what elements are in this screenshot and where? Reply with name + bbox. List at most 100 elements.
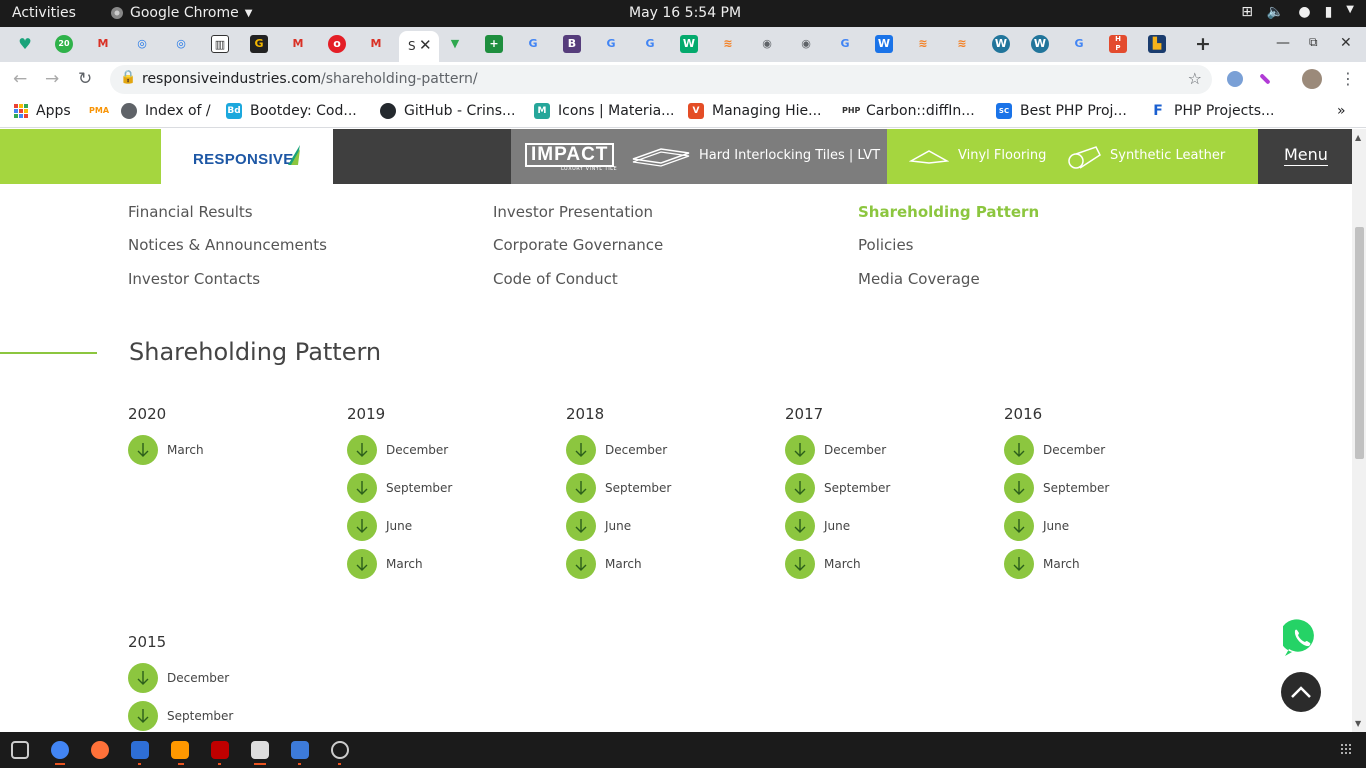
gmail-icon[interactable]: M: [367, 35, 385, 53]
g-icon[interactable]: G: [250, 35, 268, 53]
chart-icon[interactable]: ▙: [1148, 35, 1166, 53]
stackoverflow-icon[interactable]: ≋: [953, 35, 971, 53]
text-editor-icon[interactable]: [291, 741, 309, 759]
globe-icon[interactable]: ◉: [758, 35, 776, 53]
sheets-icon[interactable]: +: [485, 35, 503, 53]
tab-active[interactable]: S ✕: [399, 31, 439, 62]
bookmark-index[interactable]: Index of /: [121, 103, 211, 119]
download-link[interactable]: March: [128, 435, 204, 465]
google-icon[interactable]: G: [524, 35, 542, 53]
show-applications-icon[interactable]: [1340, 743, 1352, 755]
download-link[interactable]: June: [1004, 511, 1069, 541]
download-link[interactable]: September: [128, 701, 233, 731]
leaf-icon[interactable]: ▼: [446, 35, 464, 53]
scroll-down-arrow-icon[interactable]: ▼: [1355, 719, 1361, 728]
download-link[interactable]: June: [785, 511, 850, 541]
download-link[interactable]: March: [1004, 549, 1080, 579]
link-investor-contacts[interactable]: Investor Contacts: [128, 270, 260, 288]
link-policies[interactable]: Policies: [858, 236, 913, 254]
download-link[interactable]: September: [566, 473, 671, 503]
download-link[interactable]: December: [1004, 435, 1105, 465]
download-link[interactable]: September: [785, 473, 890, 503]
nav-synthetic-leather[interactable]: Synthetic Leather: [1110, 148, 1225, 163]
html-pdf-icon[interactable]: HP: [1109, 35, 1127, 53]
nav-impact[interactable]: IMPACT LUXURY VINYL TILE Hard Interlocki…: [511, 129, 887, 184]
opera-icon[interactable]: o: [328, 35, 346, 53]
wordpress-icon[interactable]: W: [992, 35, 1010, 53]
bookmark-pma[interactable]: PMA: [89, 103, 109, 119]
google-icon[interactable]: G: [641, 35, 659, 53]
w3schools-icon[interactable]: W: [680, 35, 698, 53]
logo-link[interactable]: RESPONSIVE: [161, 129, 333, 184]
minimize-icon[interactable]: —: [1276, 35, 1290, 51]
bootstrap-icon[interactable]: B: [563, 35, 581, 53]
link-financial-results[interactable]: Financial Results: [128, 203, 253, 221]
chrome-dock-icon[interactable]: [51, 741, 69, 759]
spiral-icon[interactable]: ◎: [172, 35, 190, 53]
forward-icon[interactable]: →: [45, 69, 59, 89]
bookmark-materialize[interactable]: M Icons | Materia...: [534, 103, 675, 119]
pen-extension-icon[interactable]: [1259, 73, 1271, 85]
bookmark-best-php[interactable]: SC Best PHP Proj...: [996, 103, 1127, 119]
system-tray[interactable]: ⊞ 🔈 ● ▮ ▼: [1241, 4, 1354, 20]
address-bar[interactable]: 🔒 responsiveindustries.com/shareholding-…: [110, 65, 1212, 94]
word-icon[interactable]: W: [875, 35, 893, 53]
close-icon[interactable]: ✕: [419, 36, 432, 54]
download-link[interactable]: September: [347, 473, 452, 503]
wordpress-icon[interactable]: W: [1031, 35, 1049, 53]
url-text[interactable]: responsiveindustries.com/shareholding-pa…: [142, 71, 478, 87]
heart-monitor-icon[interactable]: ♥: [16, 35, 34, 53]
link-media-coverage[interactable]: Media Coverage: [858, 270, 980, 288]
stackoverflow-icon[interactable]: ≋: [914, 35, 932, 53]
link-shareholding-pattern[interactable]: Shareholding Pattern: [858, 203, 1039, 221]
link-corporate-governance[interactable]: Corporate Governance: [493, 236, 663, 254]
stackoverflow-icon[interactable]: ≋: [719, 35, 737, 53]
link-notices-announcements[interactable]: Notices & Announcements: [128, 236, 327, 254]
spiral-icon[interactable]: ◎: [133, 35, 151, 53]
bookmark-apps[interactable]: Apps: [14, 103, 71, 119]
download-link[interactable]: December: [785, 435, 886, 465]
window-close-icon[interactable]: ✕: [1340, 35, 1352, 51]
download-link[interactable]: December: [566, 435, 667, 465]
page-scrollbar[interactable]: ▲ ▼: [1352, 129, 1366, 732]
download-link[interactable]: December: [128, 663, 229, 693]
download-link[interactable]: September: [1004, 473, 1109, 503]
counter-badge-icon[interactable]: 20: [55, 35, 73, 53]
scroll-up-arrow-icon[interactable]: ▲: [1355, 133, 1361, 142]
menu-button[interactable]: Menu: [1258, 129, 1352, 184]
clock[interactable]: May 16 5:54 PM: [629, 5, 741, 21]
download-link[interactable]: June: [566, 511, 631, 541]
sublime-icon[interactable]: [171, 741, 189, 759]
download-link[interactable]: March: [785, 549, 861, 579]
thunderbird-icon[interactable]: [131, 741, 149, 759]
download-link[interactable]: March: [566, 549, 642, 579]
firefox-icon[interactable]: [91, 741, 109, 759]
link-investor-presentation[interactable]: Investor Presentation: [493, 203, 653, 221]
bookmark-star-icon[interactable]: ☆: [1188, 69, 1202, 88]
filezilla-icon[interactable]: [211, 741, 229, 759]
google-icon[interactable]: G: [836, 35, 854, 53]
bookmark-bootdey[interactable]: Bd Bootdey: Cod...: [226, 103, 357, 119]
nav-vinyl-flooring[interactable]: Vinyl Flooring: [958, 148, 1046, 163]
files-icon[interactable]: [11, 741, 29, 759]
link-code-of-conduct[interactable]: Code of Conduct: [493, 270, 618, 288]
restore-icon[interactable]: ⧉: [1309, 35, 1318, 50]
google-icon[interactable]: G: [1070, 35, 1088, 53]
bookmark-github[interactable]: GitHub - Crins...: [380, 103, 515, 119]
search-tool-icon[interactable]: [251, 741, 269, 759]
gmail-icon[interactable]: M: [289, 35, 307, 53]
globe-icon[interactable]: ◉: [797, 35, 815, 53]
reload-icon[interactable]: ↻: [78, 69, 92, 89]
extension-icon[interactable]: [1227, 71, 1243, 87]
app-menu[interactable]: Google Chrome ▼: [110, 5, 252, 21]
bookmark-carbon[interactable]: PHP Carbon::diffIn...: [842, 103, 975, 119]
bookmark-php-projects[interactable]: F PHP Projects...: [1150, 103, 1274, 119]
download-link[interactable]: June: [347, 511, 412, 541]
scrollbar-thumb[interactable]: [1355, 227, 1364, 459]
avatar[interactable]: [1302, 69, 1322, 89]
lock-icon[interactable]: 🔒: [120, 70, 136, 85]
download-link[interactable]: December: [347, 435, 448, 465]
whatsapp-icon[interactable]: [1283, 618, 1319, 658]
activities-button[interactable]: Activities: [12, 5, 76, 21]
bookmark-managing[interactable]: V Managing Hie...: [688, 103, 821, 119]
